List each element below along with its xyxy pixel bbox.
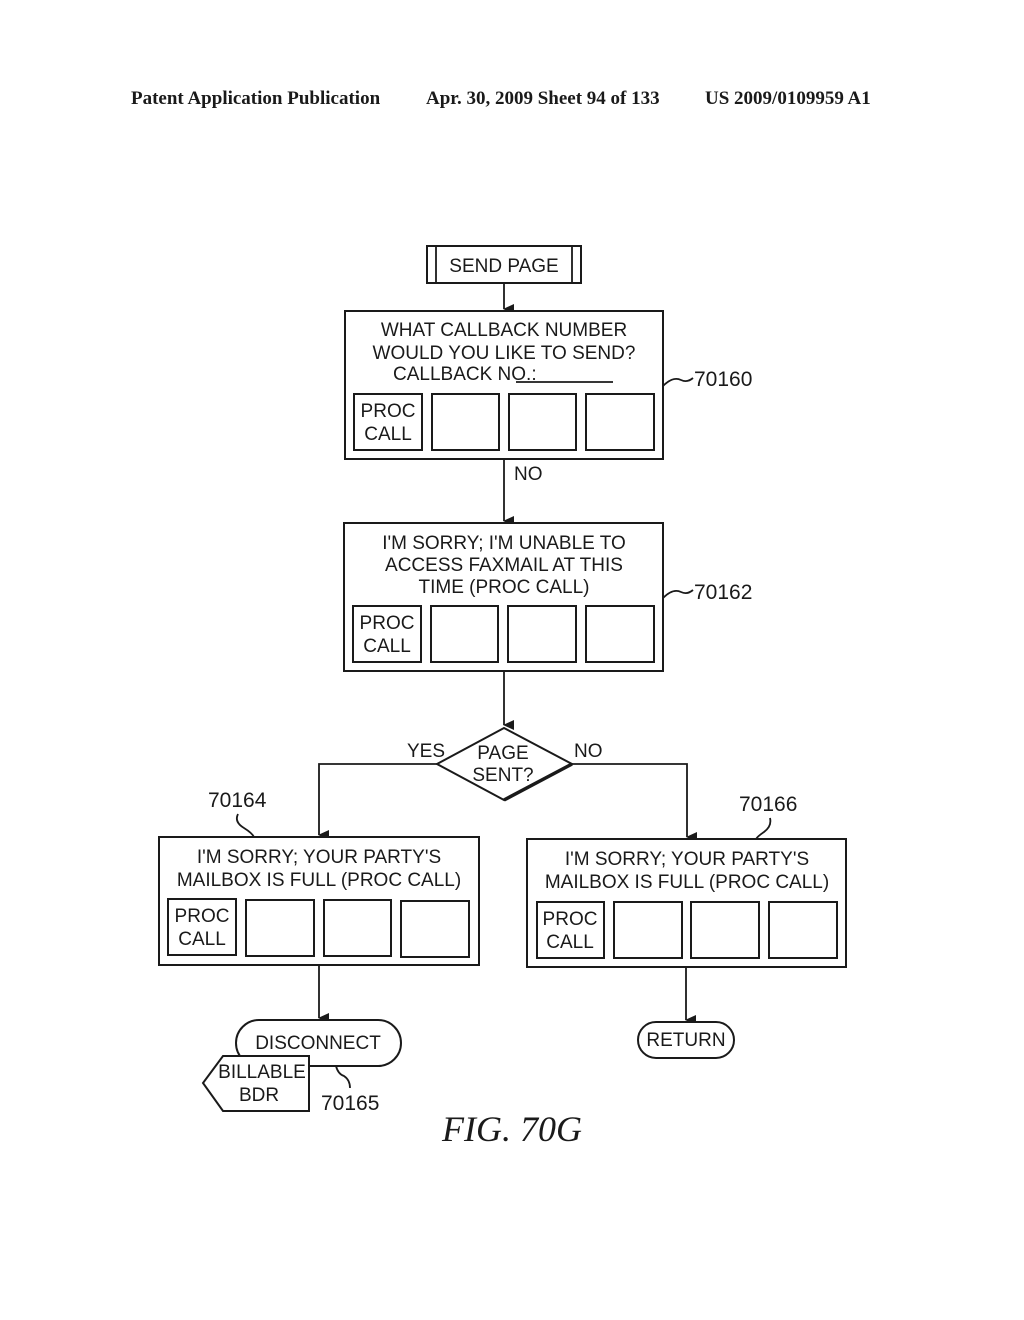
disconnect-label: DISCONNECT <box>255 1033 381 1054</box>
box-70160-line-1: WHAT CALLBACK NUMBER <box>381 320 627 341</box>
softkey-blank <box>768 901 838 959</box>
box-70162-line-3: TIME (PROC CALL) <box>418 577 589 598</box>
softkey-blank <box>245 899 315 957</box>
softkey-blank <box>690 901 760 959</box>
arrow-yes-to-70164 <box>318 763 437 840</box>
screen-box-70160: WHAT CALLBACK NUMBER WOULD YOU LIKE TO S… <box>344 310 664 460</box>
box-70166-line-1: I'M SORRY; YOUR PARTY'S <box>565 849 809 870</box>
softkey-blank <box>400 900 470 958</box>
terminator-return: RETURN <box>637 1021 735 1059</box>
decision-line-1: PAGE <box>477 743 528 764</box>
flowchart: SEND PAGE WHAT CALLBACK NUMBER WOULD YOU… <box>158 245 847 1149</box>
billable-bdr-connector: BILLABLE BDR <box>201 1055 310 1112</box>
softkey-blank <box>613 901 683 959</box>
billable-line-2: BDR <box>239 1085 279 1106</box>
edge-label-no-decision: NO <box>574 741 603 762</box>
ref-70160: 70160 <box>694 368 752 391</box>
softkey-blank <box>430 605 499 663</box>
screen-box-70162: I'M SORRY; I'M UNABLE TO ACCESS FAXMAIL … <box>343 522 664 672</box>
ref-leader-70166 <box>755 817 772 840</box>
softkey-label-1: PROC <box>361 401 416 422</box>
decision-page-sent: PAGE SENT? <box>434 726 575 802</box>
billable-line-1: BILLABLE <box>218 1062 306 1083</box>
box-70166-line-2: MAILBOX IS FULL (PROC CALL) <box>545 872 829 893</box>
edge-label-yes: YES <box>407 741 445 762</box>
softkey-blank <box>323 899 392 957</box>
softkey-label-2: CALL <box>364 424 412 445</box>
ref-leader-70162 <box>662 589 694 599</box>
softkey-label-2: CALL <box>178 929 226 950</box>
box-70164-line-2: MAILBOX IS FULL (PROC CALL) <box>177 870 461 891</box>
softkey-blank <box>508 393 577 451</box>
screen-box-70164: I'M SORRY; YOUR PARTY'S MAILBOX IS FULL … <box>158 836 480 966</box>
softkey-blank <box>585 605 655 663</box>
edge-label-no: NO <box>514 464 543 485</box>
box-70160-line-3: CALLBACK NO.: <box>393 364 537 385</box>
softkey-blank <box>431 393 500 451</box>
start-label: SEND PAGE <box>449 256 558 277</box>
softkey-blank <box>507 605 577 663</box>
ref-leader-70165 <box>335 1065 351 1089</box>
box-70164-line-1: I'M SORRY; YOUR PARTY'S <box>197 847 441 868</box>
return-label: RETURN <box>646 1030 725 1051</box>
box-70160-line-2: WOULD YOU LIKE TO SEND? <box>373 343 636 364</box>
softkey-label-1: PROC <box>543 909 598 930</box>
softkey-label-1: PROC <box>175 906 230 927</box>
ref-leader-70164 <box>235 813 255 838</box>
softkey-label-2: CALL <box>546 932 594 953</box>
softkey-label-1: PROC <box>360 613 415 634</box>
softkey-label-2: CALL <box>363 636 411 657</box>
start-send-page: SEND PAGE <box>426 245 582 284</box>
ref-leader-70160 <box>662 377 694 387</box>
ref-70162: 70162 <box>694 581 752 604</box>
ref-70166: 70166 <box>739 793 797 816</box>
box-70162-line-1: I'M SORRY; I'M UNABLE TO <box>382 533 626 554</box>
box-70162-line-2: ACCESS FAXMAIL AT THIS <box>385 555 623 576</box>
figure-label: FIG. 70G <box>441 1109 582 1149</box>
softkey-blank <box>585 393 655 451</box>
ref-70164: 70164 <box>208 789 267 812</box>
arrow-no-to-70166 <box>572 763 697 842</box>
ref-70165: 70165 <box>321 1092 379 1115</box>
screen-box-70166: I'M SORRY; YOUR PARTY'S MAILBOX IS FULL … <box>526 838 847 968</box>
decision-line-2: SENT? <box>472 765 533 786</box>
